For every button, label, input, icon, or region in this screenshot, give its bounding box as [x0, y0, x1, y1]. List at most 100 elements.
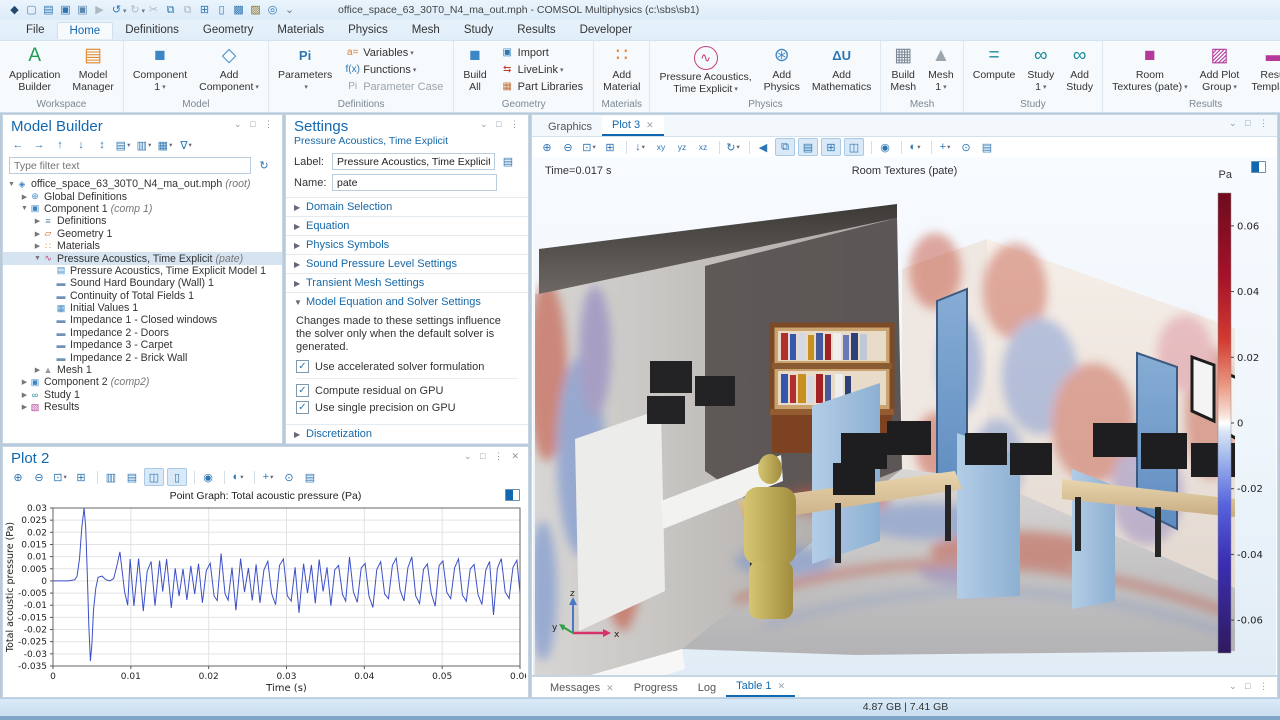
ribbon-button-result-templates[interactable]: ▬ResultTemplates: [1246, 43, 1280, 94]
collapse-all-icon[interactable]: ↕: [93, 137, 111, 153]
zoom-extents-icon[interactable]: ⊡ ▾: [580, 139, 598, 155]
search-icon[interactable]: ◎: [264, 1, 281, 19]
run-icon[interactable]: ▶: [91, 1, 108, 19]
tree-expander-icon[interactable]: ▼: [33, 255, 42, 262]
tree-expander-icon[interactable]: ▶: [20, 378, 29, 386]
panel-window-buttons[interactable]: ⌄ □ ⋮: [234, 119, 276, 130]
ribbon-button-add-physics[interactable]: ⊛ Add Physics: [759, 43, 805, 94]
tree-item-initial-values-1[interactable]: ▦ Initial Values 1: [3, 302, 282, 314]
view-xy-icon[interactable]: xy: [652, 139, 670, 155]
plot-grid-icon[interactable]: ⊞: [821, 138, 841, 156]
view-xz-icon[interactable]: xz: [694, 139, 712, 155]
zoom-fit-icon[interactable]: ⊞: [601, 139, 619, 155]
print-icon[interactable]: ▤: [978, 139, 996, 155]
close-icon[interactable]: ✕: [778, 681, 786, 692]
panel-window-buttons[interactable]: ⌄ □ ⋮: [1229, 681, 1271, 692]
tree-item-sound-hard-boundary-wall-1[interactable]: ▬ Sound Hard Boundary (Wall) 1: [3, 277, 282, 289]
ribbon-button-room-textures-pate[interactable]: ■ Room Textures (pate) ▾: [1107, 43, 1193, 95]
graphics-canvas[interactable]: Time=0.017 s Room Textures (pate) Pa 0.0…: [533, 157, 1276, 675]
label-field[interactable]: [332, 153, 495, 170]
ribbon-button-part-libraries[interactable]: ▦ Part Libraries: [497, 78, 586, 95]
zoom-out-icon[interactable]: ⊖: [559, 139, 577, 155]
comsol-logo-icon[interactable]: ◆: [6, 1, 23, 19]
tree-item-impedance-2-doors[interactable]: ▬ Impedance 2 - Doors: [3, 327, 282, 339]
tree-expander-icon[interactable]: ▶: [33, 217, 42, 225]
menu-materials[interactable]: Materials: [265, 22, 336, 38]
ribbon-button-add-mathematics[interactable]: ΔU Add Mathematics: [807, 43, 877, 94]
menu-mesh[interactable]: Mesh: [400, 22, 452, 38]
panel-window-buttons[interactable]: ⌄ □ ⋮: [1229, 118, 1271, 129]
tree-item-definitions[interactable]: ▶ ≡ Definitions: [3, 215, 282, 227]
tree-item-continuity-of-total-fields-1[interactable]: ▬ Continuity of Total Fields 1: [3, 290, 282, 302]
tab-messages[interactable]: Messages ✕: [540, 678, 624, 697]
ribbon-button-build-mesh[interactable]: ▦ Build Mesh: [885, 43, 921, 94]
tree-item-impedance-1-closed-windows[interactable]: ▬ Impedance 1 - Closed windows: [3, 314, 282, 326]
tab-log[interactable]: Log: [688, 678, 726, 697]
transparency-icon[interactable]: ◐ ▾: [906, 139, 924, 155]
print-icon[interactable]: ▤: [301, 469, 319, 485]
nav-back-icon[interactable]: ←: [9, 137, 27, 153]
ribbon-button-study-1[interactable]: ∞ Study 1 ▾: [1022, 43, 1059, 95]
tree-item-pressure-acoustics-time-explicit[interactable]: ▼ ∿ Pressure Acoustics, Time Explicit (pate…: [3, 252, 282, 265]
menu-file[interactable]: File: [14, 22, 57, 38]
ribbon-button-add-material[interactable]: ∷ Add Material: [598, 43, 645, 94]
save-search-icon[interactable]: ▣: [74, 1, 91, 19]
snapshot-icon[interactable]: ⊙: [957, 139, 975, 155]
snapshot-icon[interactable]: ⊙: [280, 469, 298, 485]
expand-icon[interactable]: ▤ ▾: [114, 137, 132, 153]
zoom-out-icon[interactable]: ⊖: [30, 469, 48, 485]
checkbox-icon[interactable]: ✓: [296, 360, 309, 373]
ribbon-button-add-component[interactable]: ◇ Add Component ▾: [194, 43, 264, 95]
section-header-sound-pressure-level-settings[interactable]: ▶ Sound Pressure Level Settings: [286, 255, 528, 273]
ribbon-button-mesh-1[interactable]: ▲ Mesh 1 ▾: [923, 43, 959, 95]
ribbon-button-model-manager[interactable]: ▤ Model Manager: [67, 43, 118, 94]
section-header-discretization[interactable]: ▶ Discretization: [286, 425, 528, 443]
image-table-icon[interactable]: ▤: [798, 138, 818, 156]
move-down-icon[interactable]: ↓: [72, 137, 90, 153]
filter-icon[interactable]: ∇ ▾: [177, 137, 195, 153]
x-grid-icon[interactable]: ▤: [123, 469, 141, 485]
tree-item-mesh-1[interactable]: ▶ ▲ Mesh 1: [3, 364, 282, 376]
ribbon-button-compute[interactable]: = Compute: [968, 43, 1021, 82]
section-header-equation[interactable]: ▶ Equation: [286, 217, 528, 235]
tree-expander-icon[interactable]: ▶: [33, 230, 42, 238]
menu-definitions[interactable]: Definitions: [113, 22, 191, 38]
menu-developer[interactable]: Developer: [568, 22, 644, 38]
menu-geometry[interactable]: Geometry: [191, 22, 266, 38]
menu-results[interactable]: Results: [505, 22, 567, 38]
tree-expander-icon[interactable]: ▼: [20, 205, 29, 212]
panel-window-buttons[interactable]: ⌄ □ ⋮ ✕: [464, 451, 522, 462]
section-header-model-equation-and-solver-settings[interactable]: ▼ Model Equation and Solver Settings: [286, 293, 528, 311]
refresh-icon[interactable]: ↻: [255, 157, 273, 173]
tree-item-pressure-acoustics-time-explicit-model-1[interactable]: ▤ Pressure Acoustics, Time Explicit Model…: [3, 265, 282, 277]
rotate-view-icon[interactable]: ↻ ▾: [724, 139, 742, 155]
ribbon-button-pressure-acoustics-time-explicit[interactable]: ∿ Pressure Acoustics, Time Explicit ▾: [654, 43, 756, 97]
tree-item-component-2[interactable]: ▶ ▣ Component 2 (comp2): [3, 376, 282, 388]
room-3d-scene[interactable]: [535, 171, 1235, 675]
sound-icon[interactable]: ◀: [754, 139, 772, 155]
tree-expander-icon[interactable]: ▶: [20, 391, 29, 399]
collapse-icon[interactable]: ▥ ▾: [135, 137, 153, 153]
y-grid-icon[interactable]: ▥: [102, 469, 120, 485]
point-graph-chart[interactable]: 0.03 0.025 0.02 0.015 0.01 0.005 0 -0.005 -0.01 -…: [3, 502, 526, 694]
save-icon[interactable]: ▣: [57, 1, 74, 19]
tree-item-geometry-1[interactable]: ▶ ▱ Geometry 1: [3, 228, 282, 240]
default-view-icon[interactable]: + ▾: [259, 469, 277, 485]
tree-item-global-definitions[interactable]: ▶ ⊕ Global Definitions: [3, 190, 282, 203]
lock-icon[interactable]: ◉: [876, 139, 894, 155]
view-yz-icon[interactable]: yz: [673, 139, 691, 155]
name-field[interactable]: [332, 174, 497, 191]
ribbon-button-build-all[interactable]: ■ Build All: [458, 43, 491, 94]
plot2-legend-icon[interactable]: [505, 489, 520, 501]
tab-table-1[interactable]: Table 1 ✕: [726, 676, 796, 697]
checkbox-use-single-precision-on-gpu[interactable]: ✓ Use single precision on GPU: [296, 401, 518, 414]
ribbon-button-application-builder[interactable]: A Application Builder: [4, 43, 65, 94]
tab-graphics[interactable]: Graphics: [538, 118, 602, 136]
close-icon[interactable]: ✕: [646, 120, 654, 131]
tree-item-office-space-63-30t0-n4-ma-out-mph[interactable]: ▼ ◈ office_space_63_30T0_N4_ma_out.mph (roo…: [3, 178, 282, 190]
ribbon-button-import[interactable]: ▣ Import: [497, 44, 586, 61]
tab-plot-3[interactable]: Plot 3 ✕: [602, 116, 664, 136]
tree-expander-icon[interactable]: ▶: [20, 193, 29, 201]
material-icon[interactable]: ▨: [247, 1, 264, 19]
ribbon-button-add-study[interactable]: ∞ Add Study: [1061, 43, 1098, 94]
